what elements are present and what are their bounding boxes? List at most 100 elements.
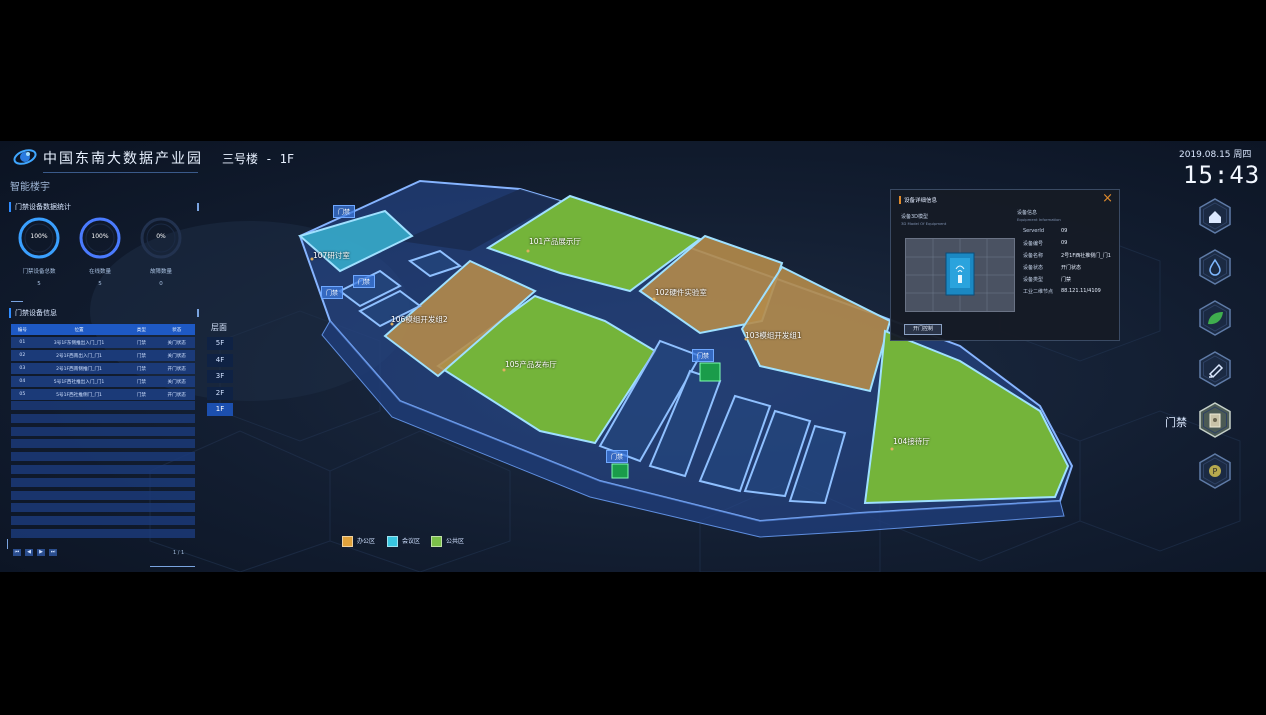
- floor-button-3f[interactable]: 3F: [207, 370, 233, 383]
- table-cell: 01: [11, 337, 34, 348]
- column-header[interactable]: 类型: [124, 324, 159, 335]
- active-nav-label: 门禁: [1165, 416, 1187, 429]
- device-table-header: 编号 位置 类型 状态: [11, 324, 195, 335]
- column-header[interactable]: 编号: [11, 324, 34, 335]
- table-cell: 门禁: [124, 337, 159, 348]
- legend-label: 办公区: [357, 538, 376, 545]
- building-floor-title: 三号楼 - 1F: [222, 152, 295, 166]
- model-subtitle: 3D Model Of Equipment: [901, 221, 947, 226]
- table-row[interactable]: 04 5号1F西社推出入门_门1 门禁 关门状态: [11, 376, 195, 387]
- empty-table-row: [11, 426, 195, 436]
- legend-swatch: [387, 536, 398, 547]
- empty-table-row: [11, 516, 195, 526]
- legend-office: 办公区: [342, 536, 375, 547]
- nav-button-fire-alarm[interactable]: [1197, 351, 1233, 387]
- table-row[interactable]: 01 3号1F东侧推出入门_门1 门禁 关门状态: [11, 337, 195, 348]
- device-panel-header: 门禁设备信息: [7, 301, 200, 319]
- legend-meeting: 会议区: [387, 536, 420, 547]
- door-tag[interactable]: 门禁: [692, 349, 715, 362]
- panel-bottom-line: [150, 566, 195, 567]
- stats-panel-corner: [197, 203, 199, 211]
- legend-label: 公共区: [446, 538, 465, 545]
- access-control-icon: [1209, 413, 1221, 428]
- ring-label: 门禁设备总数: [22, 269, 56, 275]
- device-detail-panel: 设备详细信息 × 设备3D模型 3D Model Of Equipment 设备…: [890, 189, 1120, 341]
- table-cell: 02: [11, 350, 34, 361]
- ring-percent: 100%: [91, 233, 109, 240]
- module-title: 智能楼宇: [10, 182, 50, 193]
- nav-button-leaf[interactable]: [1197, 300, 1233, 336]
- room-label-105[interactable]: 105产品发布厅: [505, 359, 557, 370]
- nav-button-home[interactable]: [1197, 198, 1233, 234]
- table-cell: 门禁: [124, 350, 159, 361]
- room-label-104[interactable]: 104接待厅: [893, 436, 930, 447]
- detail-field-key: 设备类型: [1023, 277, 1044, 283]
- door-tag[interactable]: 门禁: [353, 275, 376, 288]
- column-header[interactable]: 状态: [158, 324, 195, 335]
- empty-table-row: [11, 452, 195, 462]
- room-label-102[interactable]: 102硬件实验室: [655, 287, 707, 298]
- app-title: 中国东南大数据产业园: [43, 151, 203, 167]
- stats-panel: 门禁设备数据统计 100% 门禁设备总数 5 100% 在线数量 5 0% 故障数量 0: [7, 201, 200, 287]
- room-label-103[interactable]: 103模组开发组1: [745, 330, 802, 341]
- nav-button-water-drop[interactable]: [1197, 249, 1233, 285]
- device-panel-title: 门禁设备信息: [9, 308, 57, 318]
- logo-icon: [13, 149, 37, 165]
- empty-table-row: [11, 503, 195, 513]
- table-cell: 03: [11, 363, 34, 374]
- door-tag[interactable]: 门禁: [333, 205, 356, 218]
- door-tag[interactable]: 门禁: [321, 286, 344, 299]
- first-page-button[interactable]: ⏮: [13, 549, 21, 556]
- room-label-101[interactable]: 101产品展示厅: [529, 236, 581, 247]
- detail-field-value: 2号1F西社推侧门_门1: [1061, 253, 1111, 259]
- table-cell: 04: [11, 376, 34, 387]
- title-underline: [43, 172, 198, 173]
- floor-button-2f[interactable]: 2F: [207, 386, 233, 400]
- device-3d-model: [905, 238, 1015, 312]
- table-cell: 05: [11, 389, 34, 400]
- next-page-button[interactable]: ▶: [37, 549, 45, 556]
- detail-field-value: 开门状态: [1061, 265, 1082, 271]
- ring-label: 在线数量: [88, 269, 111, 275]
- table-cell: 2号1F西南出入门_门1: [33, 350, 125, 361]
- prev-page-button[interactable]: ◀: [25, 549, 33, 556]
- legend-swatch: [431, 536, 442, 547]
- panel-divider: [11, 301, 23, 302]
- table-cell: 门禁: [124, 376, 159, 387]
- empty-table-row: [11, 439, 195, 449]
- door-tag[interactable]: 门禁: [606, 450, 629, 463]
- nav-button-access-control[interactable]: [1197, 402, 1233, 438]
- table-cell: 关门状态: [158, 337, 195, 348]
- floor-button-5f[interactable]: 5F: [207, 337, 233, 350]
- legend-swatch: [342, 536, 353, 547]
- parking-icon: P: [1209, 465, 1221, 477]
- detail-field-key: 设备编号: [1023, 241, 1044, 247]
- close-icon[interactable]: ×: [1102, 191, 1113, 206]
- page-info: 1 / 1: [173, 550, 185, 556]
- last-page-button[interactable]: ⏭: [49, 549, 57, 556]
- stat-ring: 100% 门禁设备总数 5: [16, 215, 62, 287]
- floor-button-1f[interactable]: 1F: [207, 403, 233, 416]
- table-row[interactable]: 03 2号1F西南侧推门_门1 门禁 开门状态: [11, 363, 195, 374]
- empty-table-row: [11, 477, 195, 487]
- detail-field-key: 设备名称: [1023, 253, 1044, 259]
- svg-text:P: P: [1213, 467, 1218, 476]
- ring-percent: 100%: [30, 233, 48, 240]
- table-row[interactable]: 05 5号1F西社推侧门_门1 门禁 开门状态: [11, 389, 195, 400]
- info-subtitle: Equipment Information: [1017, 217, 1061, 222]
- table-cell: 门禁: [124, 363, 159, 374]
- room-label-107[interactable]: 107研讨室: [313, 250, 350, 261]
- table-cell: 开门状态: [158, 363, 195, 374]
- table-cell: 5号1F西社推侧门_门1: [33, 389, 125, 400]
- open-door-button[interactable]: 开门控制: [904, 324, 942, 335]
- room-label-106[interactable]: 106模组开发组2: [391, 314, 448, 325]
- detail-field-key: 设备状态: [1023, 265, 1044, 271]
- column-header[interactable]: 位置: [33, 324, 125, 335]
- ring-label: 故障数量: [149, 269, 172, 275]
- pager-divider: [7, 539, 8, 549]
- floor-button-4f[interactable]: 4F: [207, 353, 233, 367]
- detail-field-value: 09: [1061, 240, 1068, 246]
- table-row[interactable]: 02 2号1F西南出入门_门1 门禁 关门状态: [11, 350, 195, 361]
- nav-button-parking[interactable]: P: [1197, 453, 1233, 489]
- date-text: 2019.08.15 周四: [1179, 150, 1252, 160]
